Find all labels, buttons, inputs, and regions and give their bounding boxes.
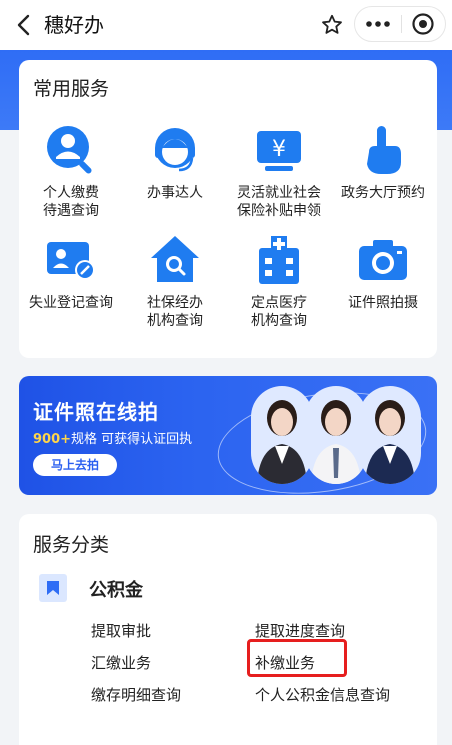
service-item-insurance-subsidy[interactable]: ¥ 灵活就业社会 保险补贴申领: [227, 120, 331, 220]
service-item-personal-payment[interactable]: 个人缴费 待遇查询: [19, 120, 123, 220]
highlight-box: [247, 639, 347, 677]
pointing-hand-icon: [353, 120, 413, 180]
camera-icon: [353, 230, 413, 290]
top-navigation-bar: 穗好办: [0, 0, 452, 50]
chevron-left-icon[interactable]: [10, 11, 38, 39]
service-label: 办事达人: [147, 185, 203, 201]
star-outline-icon[interactable]: [316, 9, 348, 41]
service-label: 政务大厅预约: [341, 185, 425, 201]
link-withdrawal-progress[interactable]: 提取进度查询: [255, 620, 345, 641]
link-withdrawal-approval[interactable]: 提取审批: [91, 620, 151, 641]
link-personal-fund-info[interactable]: 个人公积金信息查询: [255, 684, 390, 705]
section-title-common-services: 常用服务: [33, 78, 110, 100]
service-label: 灵活就业社会 保险补贴申领: [237, 185, 321, 219]
common-services-card: 常用服务 个人缴费 待遇查询 办事达人 ¥ 灵活就业社会 保险补贴申领 政务大厅…: [19, 60, 437, 358]
link-remittance[interactable]: 汇缴业务: [91, 652, 151, 673]
service-label: 证件照拍摄: [348, 295, 418, 311]
promo-sub-text: 规格 可获得认证回执: [71, 432, 193, 447]
mini-program-capsule: [354, 6, 446, 42]
page-title: 穗好办: [44, 13, 104, 37]
svg-text:¥: ¥: [272, 137, 286, 162]
yen-card-icon: ¥: [249, 120, 309, 180]
service-item-social-security-office[interactable]: 社保经办 机构查询: [123, 230, 227, 330]
category-group-name: 公积金: [89, 580, 143, 601]
link-deposit-details[interactable]: 缴存明细查询: [91, 684, 181, 705]
service-label: 失业登记查询: [29, 295, 113, 311]
promo-subtitle: 900+规格 可获得认证回执: [33, 428, 192, 447]
service-item-expert[interactable]: 办事达人: [123, 120, 227, 202]
id-photo-promo-banner[interactable]: 证件照在线拍 900+规格 可获得认证回执 马上去拍: [19, 376, 437, 495]
take-photo-button[interactable]: 马上去拍: [33, 454, 117, 476]
customer-service-icon: [145, 120, 205, 180]
service-item-unemployment[interactable]: 失业登记查询: [19, 230, 123, 312]
service-label: 定点医疗 机构查询: [251, 295, 307, 329]
promo-title: 证件照在线拍: [33, 400, 159, 424]
hospital-icon: [249, 230, 309, 290]
portrait-photo-2: [305, 386, 367, 484]
target-circle-icon[interactable]: [401, 7, 445, 41]
service-item-id-photo[interactable]: 证件照拍摄: [331, 230, 435, 312]
service-label: 社保经办 机构查询: [147, 295, 203, 329]
promo-highlight: 900+: [33, 432, 72, 447]
section-title-service-category: 服务分类: [33, 534, 110, 556]
person-search-icon: [41, 120, 101, 180]
bookmark-icon: [39, 574, 67, 602]
house-search-icon: [145, 230, 205, 290]
service-label: 个人缴费 待遇查询: [43, 185, 99, 219]
id-card-edit-icon: [41, 230, 101, 290]
service-item-medical-institution[interactable]: 定点医疗 机构查询: [227, 230, 331, 330]
service-item-hall-appointment[interactable]: 政务大厅预约: [331, 120, 435, 202]
service-category-card: 服务分类 公积金 提取审批 提取进度查询 汇缴业务 补缴业务 缴存明细查询 个人…: [19, 514, 437, 745]
more-dots-icon[interactable]: [355, 7, 401, 41]
portrait-photo-3: [359, 386, 421, 484]
portrait-photo-1: [251, 386, 313, 484]
